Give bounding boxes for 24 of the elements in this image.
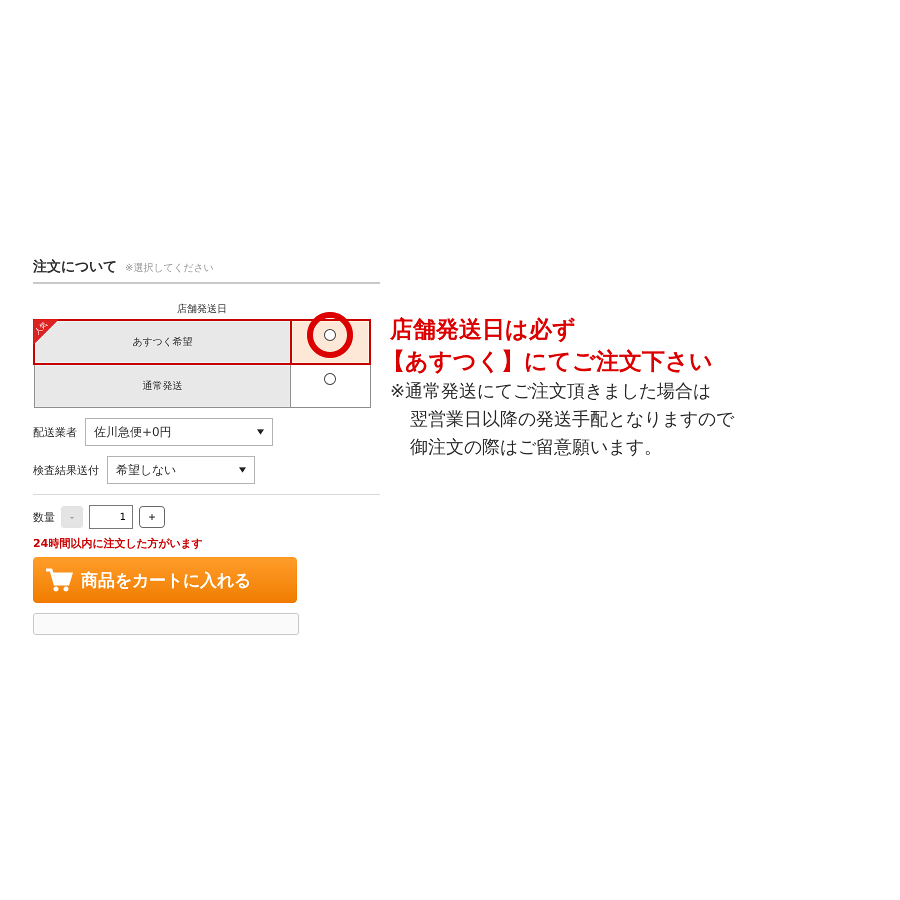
select-field[interactable]: 希望しない (107, 456, 255, 484)
field-label: 検査結果送付 (33, 462, 99, 478)
minus-button[interactable]: - (61, 506, 83, 528)
headline-text: 【あすつく】にてご注文下さい (382, 348, 714, 377)
radio-button[interactable] (324, 329, 336, 341)
section-title: 注文について (33, 258, 117, 276)
note-text: 御注文の際はご留意願います。 (410, 436, 663, 460)
highlight-ring (307, 312, 354, 358)
select-field[interactable]: 佐川急便+0円 (85, 418, 273, 446)
option-label: 通常発送 (34, 364, 291, 408)
note-text: 翌営業日以降の発送手配となりますので (410, 408, 734, 432)
note-text: ※通常発送にてご注文頂きました場合は (390, 380, 712, 404)
quantity-label: 数量 (33, 510, 55, 524)
headline-text: 店舗発送日は必ず (390, 316, 577, 345)
column-heading: 店舗発送日 (176, 302, 228, 316)
caret-icon (239, 467, 246, 473)
plus-button[interactable]: + (139, 506, 165, 528)
notice-text: 24時間以内に注文した方がいます (33, 536, 204, 551)
section-hint: ※選択してください (125, 262, 214, 275)
cart-icon (45, 566, 73, 594)
caret-icon (257, 429, 264, 435)
quantity-field[interactable]: 1 (89, 505, 133, 529)
radio-button[interactable] (324, 373, 336, 385)
field-label: 配送業者 (33, 424, 77, 440)
